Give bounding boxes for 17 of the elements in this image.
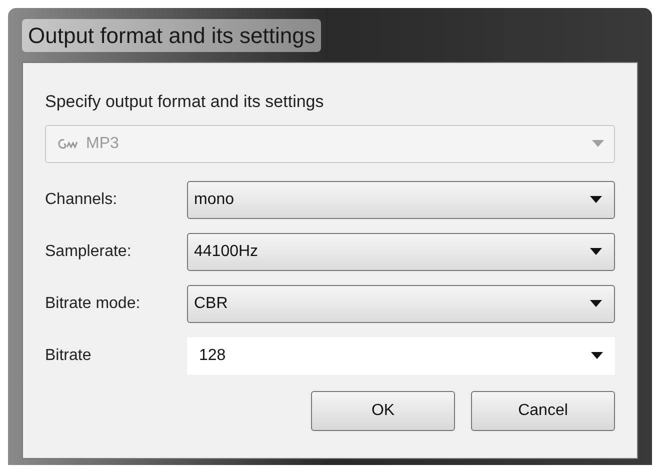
setting-label: Bitrate [45,346,92,366]
dialog-button[interactable]: OK [311,390,455,430]
dropdown[interactable]: 44100Hz [187,232,615,270]
dropdown-arrow-icon [592,140,604,147]
heading-text: Specify output format and its settings [45,91,325,113]
window-title: Output format and its settings [22,18,322,52]
dropdown[interactable]: CBR [187,284,615,322]
dropdown[interactable]: mono [187,180,615,218]
setting-label: Samplerate: [45,242,132,262]
dropdown-arrow-icon [590,196,602,203]
setting-label: Channels: [45,190,118,210]
combo-field[interactable]: 128 [187,336,615,374]
dropdown-arrow-icon [590,248,602,255]
dropdown-arrow-icon [590,300,602,307]
dialog-button[interactable]: Cancel [471,390,615,430]
dropdown-arrow-icon [591,352,603,359]
setting-label: Bitrate mode: [45,294,142,314]
